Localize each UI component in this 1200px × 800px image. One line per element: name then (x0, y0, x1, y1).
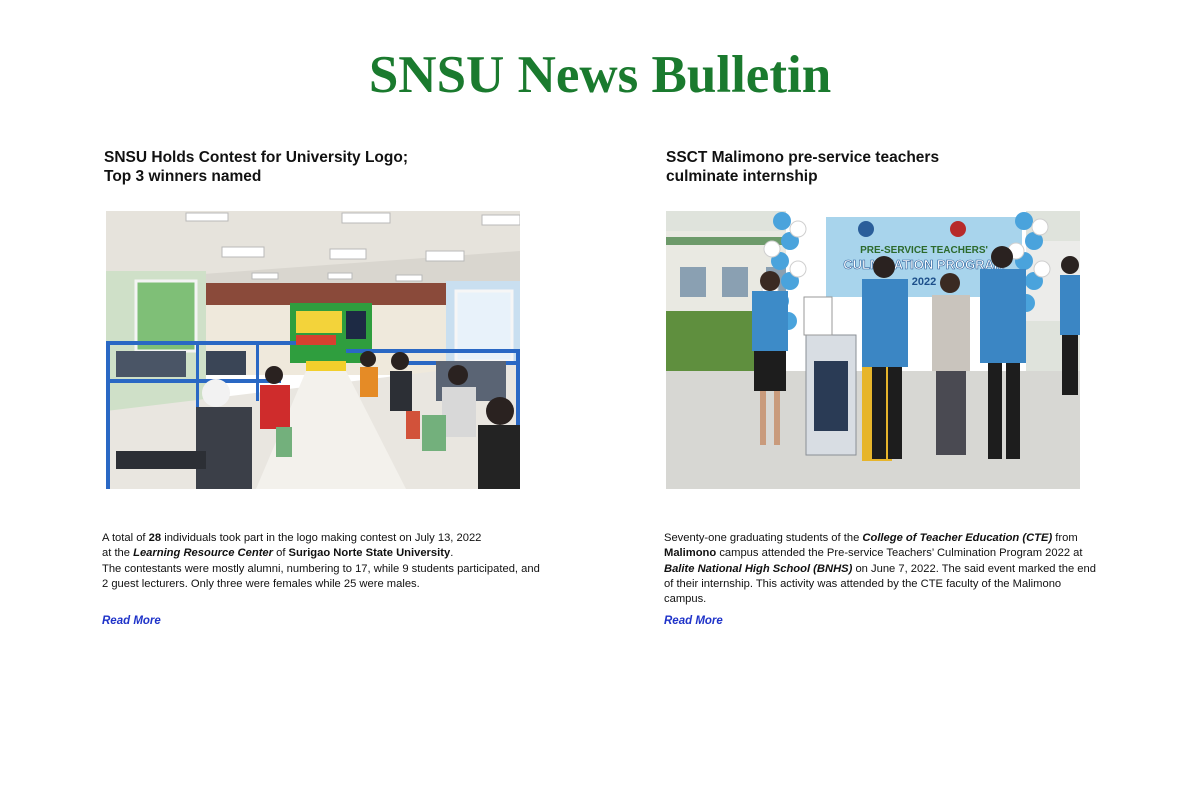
article-culmination-program: SSCT Malimono pre-service teachers culmi… (664, 148, 1104, 627)
computer-lab-photo (106, 211, 520, 489)
headline-line-1: SSCT Malimono pre-service teachers (666, 149, 940, 166)
headline-line-2: Top 3 winners named (104, 168, 262, 185)
article-photo-culmination: PRE-SERVICE TEACHERS' CULMINATION PROGRA… (666, 211, 1080, 489)
article-logo-contest: SNSU Holds Contest for University Logo; … (102, 148, 542, 627)
article-body: Seventy-one graduating students of the C… (664, 531, 1104, 607)
read-more-link[interactable]: Read More (664, 615, 723, 627)
page-title: SNSU News Bulletin (368, 46, 832, 104)
body-paragraph: Seventy-one graduating students of the C… (664, 532, 1096, 606)
body-line-1: A total of 28 individuals took part in t… (102, 532, 482, 544)
article-photo-logo-contest (106, 211, 520, 489)
body-line-3: The contestants were mostly alumni, numb… (102, 562, 540, 590)
article-headline: SNSU Holds Contest for University Logo; … (102, 148, 542, 186)
read-more-link[interactable]: Read More (102, 615, 161, 627)
article-body: A total of 28 individuals took part in t… (102, 531, 542, 592)
article-headline: SSCT Malimono pre-service teachers culmi… (664, 148, 1104, 186)
body-line-2: at the Learning Resource Center of Surig… (102, 547, 454, 560)
banner-line-1: PRE-SERVICE TEACHERS' (860, 245, 988, 256)
headline-line-1: SNSU Holds Contest for University Logo; (104, 149, 408, 166)
banner-line-3: 2022 (912, 276, 936, 288)
certificate-ceremony-photo: PRE-SERVICE TEACHERS' CULMINATION PROGRA… (666, 211, 1080, 489)
headline-line-2: culminate internship (666, 168, 818, 185)
